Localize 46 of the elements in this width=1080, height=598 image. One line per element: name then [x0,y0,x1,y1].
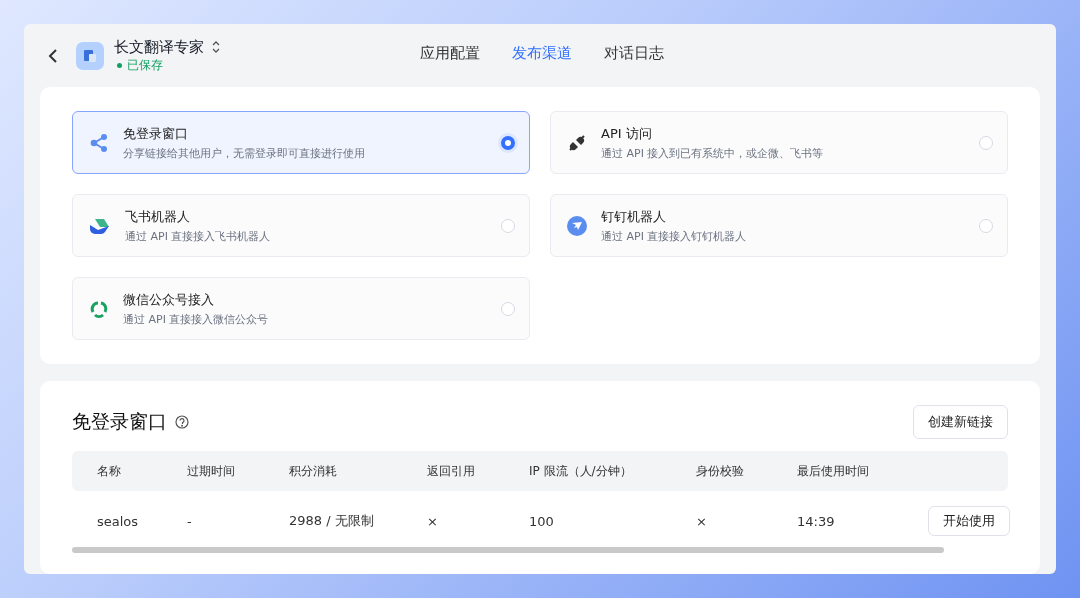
share-icon [89,132,109,153]
channel-option[interactable]: 免登录窗口 分享链接给其他用户，无需登录即可直接进行使用 [72,111,530,174]
help-icon[interactable] [175,415,189,429]
paper-plane-icon [567,215,587,236]
table-cell-text: sealos [96,513,140,529]
column-header: 最后使用时间 [796,462,870,480]
channel-option[interactable]: 飞书机器人 通过 API 直接接入飞书机器人 [72,194,530,257]
column-header: 名称 [96,462,122,480]
column-header: IP 限流（人/分钟） [528,462,633,480]
channel-title: API 访问 [601,124,653,143]
channel-option[interactable]: 钉钉机器人 通过 API 直接接入钉钉机器人 [550,194,1008,257]
section-title: 免登录窗口 [72,409,167,434]
channel-option[interactable]: API 访问 通过 API 接入到已有系统中，或企微、飞书等 [550,111,1008,174]
channel-title: 微信公众号接入 [123,290,215,309]
column-header: 过期时间 [186,462,236,480]
channel-description: 通过 API 直接接入钉钉机器人 [601,228,748,244]
channel-description: 分享链接给其他用户，无需登录即可直接进行使用 [123,145,366,161]
table-cell-text: 100 [528,513,555,529]
app-logo-icon [76,41,104,70]
table-cell-text: × [426,513,439,529]
switch-icon[interactable] [212,41,220,53]
nav-tab[interactable]: 对话日志 [604,44,664,63]
channel-title: 免登录窗口 [123,124,189,143]
channel-description: 通过 API 接入到已有系统中，或企微、飞书等 [601,145,825,161]
column-header: 积分消耗 [288,462,338,480]
channel-description: 通过 API 直接接入微信公众号 [123,311,270,327]
channel-title: 飞书机器人 [125,207,191,226]
plug-icon [567,132,587,153]
table-cell-text: 14:39 [796,513,836,529]
column-header: 身份校验 [695,462,745,480]
channel-description: 通过 API 直接接入飞书机器人 [125,228,272,244]
table-cell-text: × [695,513,708,529]
app-name: 长文翻译专家 [114,37,204,57]
start-button[interactable]: 开始使用 [928,506,1010,536]
nav-tab[interactable]: 发布渠道 [512,44,572,63]
table-cell-text: 2988 / 无限制 [288,512,375,530]
status-dot [117,62,122,68]
column-header: 返回引用 [426,462,476,480]
create-link-button[interactable]: 创建新链接 [913,405,1008,439]
table-cell-text: - [186,513,193,529]
nav-tab[interactable]: 应用配置 [420,44,480,63]
radio-button[interactable] [501,135,515,150]
channel-title: 钉钉机器人 [601,207,667,226]
save-status: 已保存 [127,56,163,74]
scrollbar[interactable] [72,547,944,553]
channel-option[interactable]: 微信公众号接入 通过 API 直接接入微信公众号 [72,277,530,340]
